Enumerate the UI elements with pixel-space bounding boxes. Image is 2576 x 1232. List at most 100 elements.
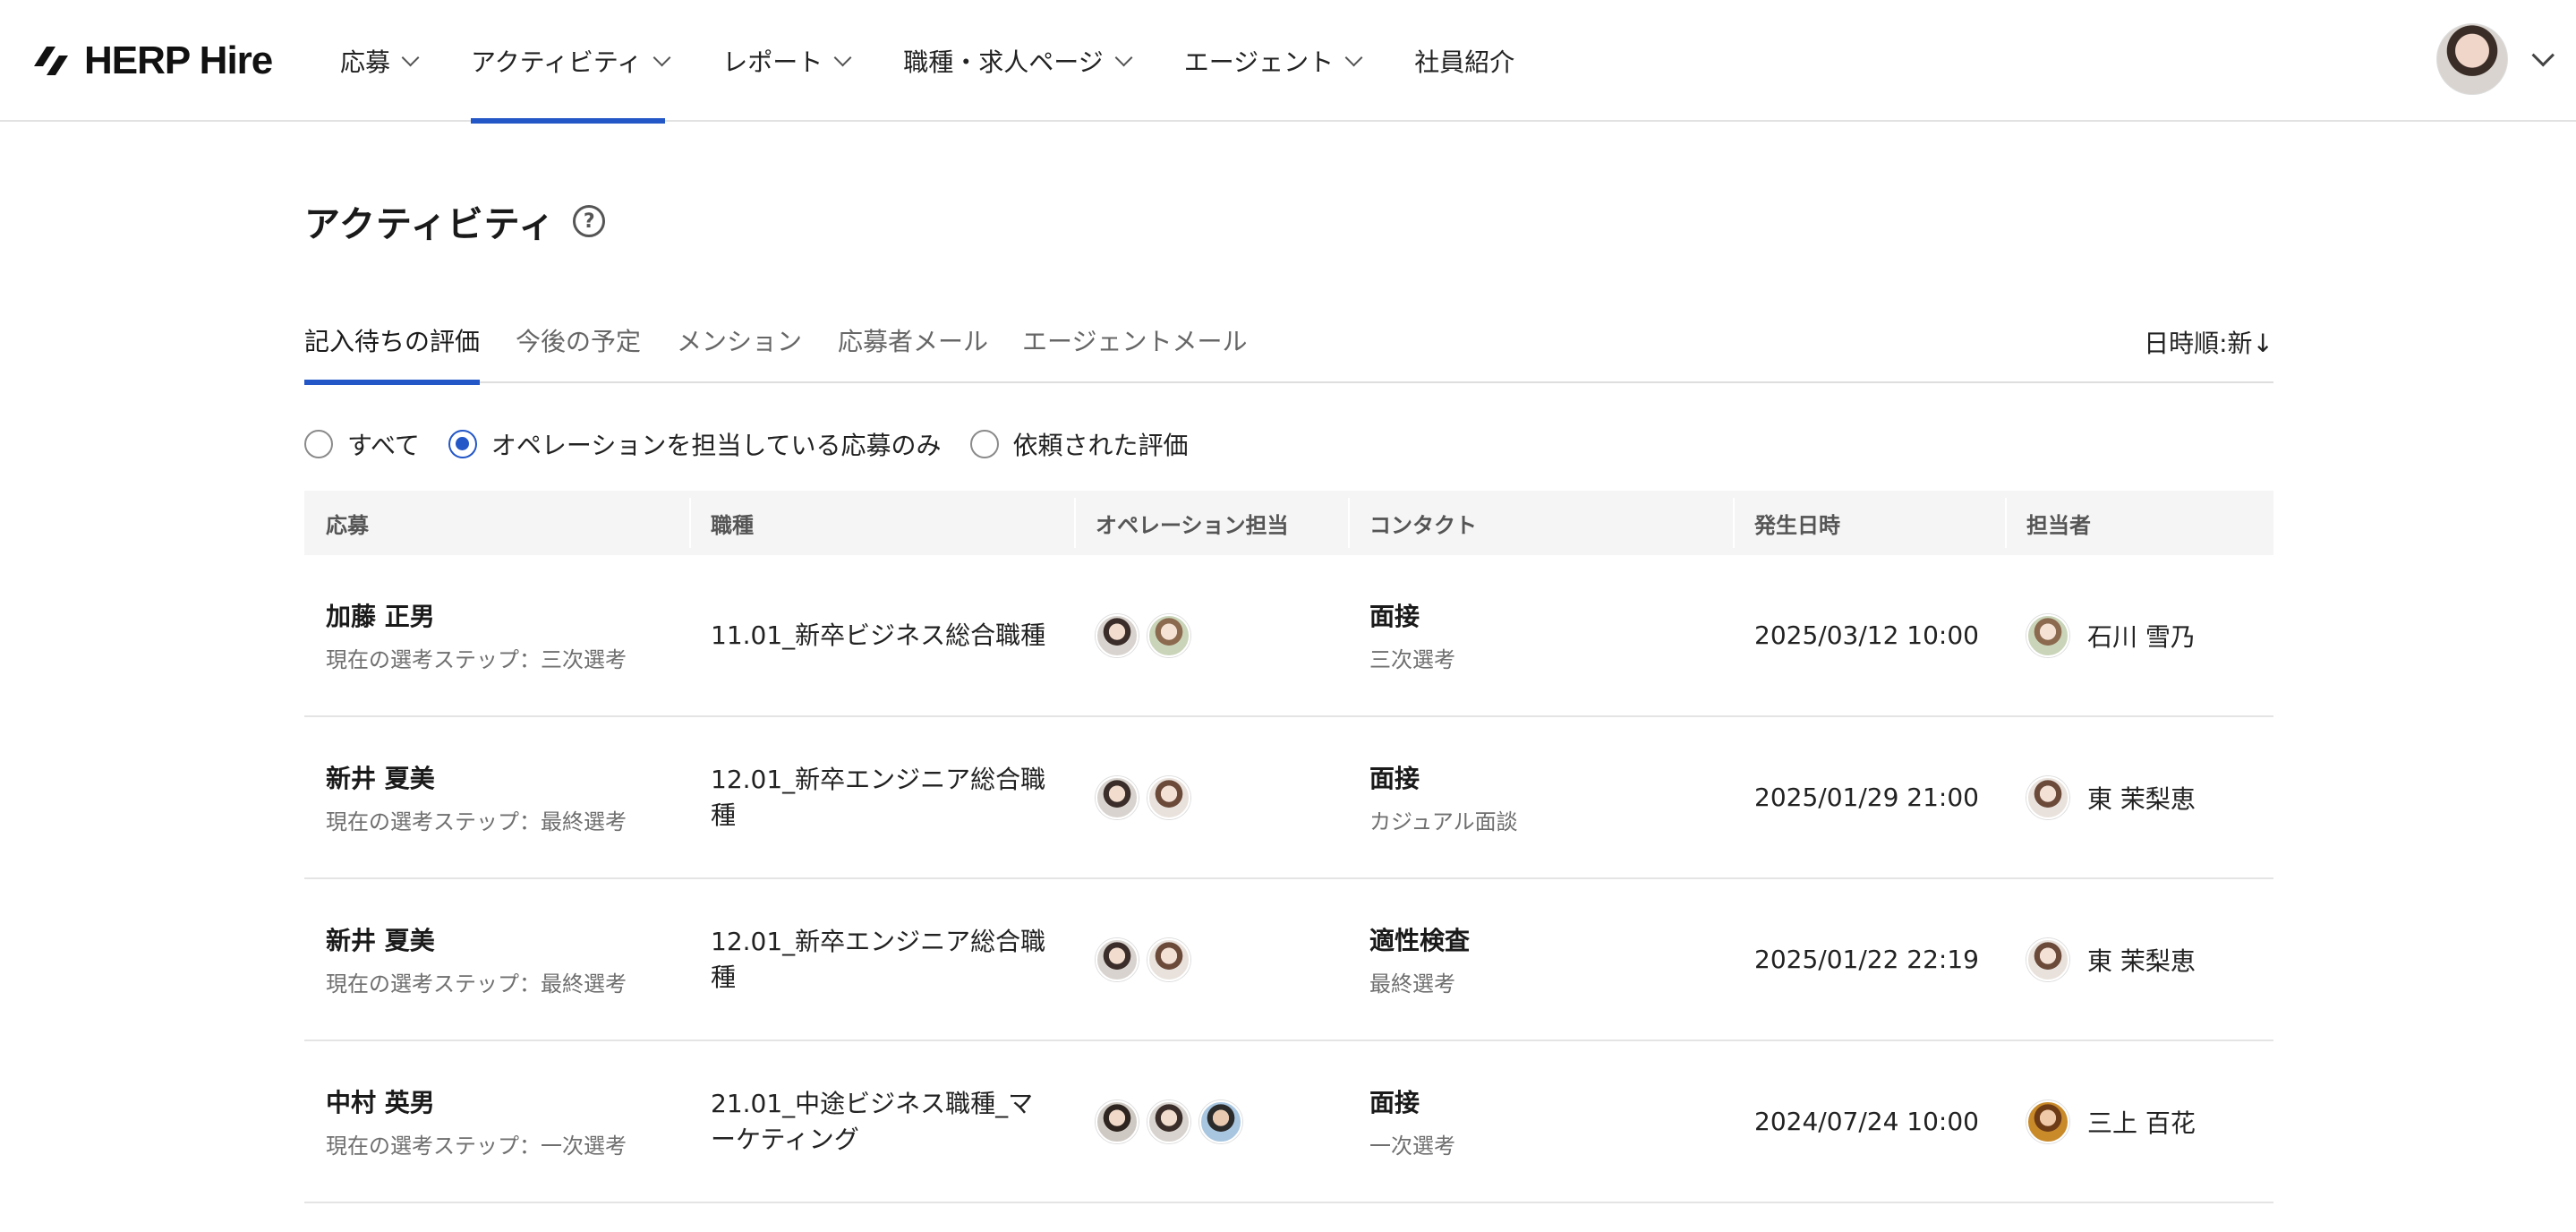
contact-stage: 最終選考: [1369, 971, 1455, 997]
nav-label: 職種・求人ページ: [903, 47, 1104, 77]
avatar: [1096, 1099, 1139, 1143]
table-row[interactable]: 新井 夏美 現在の選考ステップ：最終選考 12.01_新卒エンジニア総合職種 適…: [304, 879, 2273, 1041]
assignee-cell: 東 茉梨恵: [2005, 879, 2273, 1040]
main-nav: 応募 アクティビティ レポート 職種・求人ページ エージェント 社員紹介: [340, 0, 1572, 124]
table-header: 応募 職種 オペレーション担当 コンタクト 発生日時 担当者: [304, 491, 2273, 555]
tab-applicant-mail[interactable]: 応募者メール: [838, 322, 988, 358]
applicant-name[interactable]: 加藤 正男: [326, 597, 689, 633]
radio-all[interactable]: すべて: [304, 426, 420, 462]
contact-stage: 三次選考: [1369, 647, 1455, 672]
table-row[interactable]: 中村 英男 現在の選考ステップ：一次選考 21.01_中途ビジネス職種_マーケテ…: [304, 1041, 2273, 1203]
contact-type: 面接: [1369, 1088, 1420, 1117]
nav-item-applications[interactable]: 応募: [340, 0, 420, 122]
occurred-datetime: 2025/01/29 21:00: [1754, 783, 1979, 812]
table-row[interactable]: 新井 夏美 現在の選考ステップ：最終選考 12.01_新卒エンジニア総合職種 面…: [304, 717, 2273, 879]
column-header: 職種: [689, 491, 1074, 555]
applicant-cell: 新井 夏美 現在の選考ステップ：最終選考: [304, 879, 689, 1040]
avatar: [2026, 613, 2069, 657]
nav-label: アクティビティ: [471, 47, 643, 77]
column-header: コンタクト: [1348, 491, 1733, 555]
nav-item-referrals[interactable]: 社員紹介: [1414, 0, 1514, 122]
job-title: 21.01_中途ビジネス職種_マーケティング: [711, 1088, 1034, 1154]
brand-name: HERP Hire: [84, 38, 273, 82]
avatar[interactable]: [2436, 23, 2508, 95]
page-heading: アクティビティ ?: [304, 195, 606, 247]
chevron-down-icon[interactable]: [2531, 44, 2555, 67]
column-header: 担当者: [2005, 491, 2273, 555]
contact-type: 面接: [1369, 602, 1420, 631]
radio-label: 依頼された評価: [1012, 431, 1189, 460]
operator-avatars: [1096, 937, 1348, 981]
applicant-cell: 加藤 正男 現在の選考ステップ：三次選考: [304, 555, 689, 715]
assignee-cell: 三上 百花: [2005, 1041, 2273, 1202]
tab-agent-mail[interactable]: エージェントメール: [1022, 322, 1247, 358]
contact-cell: 適性検査 最終選考: [1348, 879, 1733, 1040]
assignee-cell: 東 茉梨恵: [2005, 717, 2273, 877]
applicant-name[interactable]: 中村 英男: [326, 1083, 689, 1119]
avatar: [1147, 1099, 1190, 1143]
selection-step: 現在の選考ステップ：最終選考: [326, 809, 627, 834]
activity-table: 応募 職種 オペレーション担当 コンタクト 発生日時 担当者 加藤 正男 現在の…: [304, 491, 2273, 1203]
brand-logo[interactable]: HERP Hire: [29, 36, 273, 86]
nav-label: エージェント: [1183, 47, 1335, 77]
radio-label: オペレーションを担当している応募のみ: [490, 431, 942, 460]
avatar: [1147, 613, 1190, 657]
avatar: [1096, 775, 1139, 819]
column-header: 発生日時: [1733, 491, 2005, 555]
nav-label: レポート: [722, 47, 823, 77]
nav-item-jobs[interactable]: 職種・求人ページ: [903, 0, 1133, 122]
datetime-cell: 2024/07/24 10:00: [1733, 1041, 2005, 1202]
chevron-down-icon: [1344, 48, 1363, 67]
operator-avatars: [1096, 613, 1348, 657]
avatar: [1147, 775, 1190, 819]
nav-item-reports[interactable]: レポート: [722, 0, 852, 122]
job-title: 12.01_新卒エンジニア総合職種: [711, 764, 1046, 830]
herp-logo-icon: [34, 47, 68, 75]
page-title: アクティビティ: [304, 204, 556, 245]
applicant-name[interactable]: 新井 夏美: [326, 921, 689, 957]
applicant-cell: 新井 夏美 現在の選考ステップ：最終選考: [304, 717, 689, 877]
contact-stage: カジュアル面談: [1369, 809, 1518, 834]
table-row[interactable]: 加藤 正男 現在の選考ステップ：三次選考 11.01_新卒ビジネス総合職種 面接…: [304, 555, 2273, 717]
radio-label: すべて: [347, 431, 420, 460]
assignee-name: 東 茉梨恵: [2087, 783, 2196, 814]
radio-circle[interactable]: [448, 430, 477, 458]
chevron-down-icon: [1114, 48, 1133, 67]
occurred-datetime: 2024/07/24 10:00: [1754, 1107, 1979, 1136]
job-title: 12.01_新卒エンジニア総合職種: [711, 926, 1046, 992]
job-title: 11.01_新卒ビジネス総合職種: [711, 620, 1046, 650]
operators-cell: [1074, 555, 1348, 715]
nav-label: 社員紹介: [1414, 47, 1515, 77]
nav-item-agents[interactable]: エージェント: [1183, 0, 1363, 122]
assignee-name: 三上 百花: [2087, 1108, 2196, 1138]
radio-circle[interactable]: [304, 430, 333, 458]
assignee-name: 東 茉梨恵: [2087, 945, 2196, 976]
occurred-datetime: 2025/01/22 22:19: [1754, 945, 1979, 974]
contact-stage: 一次選考: [1369, 1134, 1455, 1159]
contact-type: 面接: [1369, 764, 1420, 793]
radio-requested[interactable]: 依頼された評価: [969, 426, 1189, 462]
nav-item-activity[interactable]: アクティビティ: [471, 0, 671, 124]
avatar: [2026, 937, 2069, 981]
operators-cell: [1074, 717, 1348, 877]
radio-operations-only[interactable]: オペレーションを担当している応募のみ: [448, 426, 942, 462]
tab-upcoming[interactable]: 今後の予定: [516, 322, 641, 358]
sort-dropdown[interactable]: 日時順:新↓: [2144, 324, 2273, 360]
applicant-name[interactable]: 新井 夏美: [326, 759, 689, 795]
chevron-down-icon: [401, 48, 420, 67]
tab-pending-evaluations[interactable]: 記入待ちの評価: [304, 322, 481, 385]
operators-cell: [1074, 879, 1348, 1040]
datetime-cell: 2025/03/12 10:00: [1733, 555, 2005, 715]
selection-step: 現在の選考ステップ：最終選考: [326, 971, 627, 997]
radio-circle[interactable]: [969, 430, 999, 458]
contact-type: 適性検査: [1369, 926, 1471, 955]
activity-tabs: 記入待ちの評価 今後の予定 メンション 応募者メール エージェントメール 日時順…: [304, 304, 2273, 385]
assignee-name: 石川 雪乃: [2087, 621, 2196, 652]
question-circle-icon[interactable]: ?: [573, 205, 606, 237]
tab-mentions[interactable]: メンション: [677, 322, 802, 358]
filter-radio-group: すべて オペレーションを担当している応募のみ 依頼された評価: [304, 426, 1217, 462]
nav-label: 応募: [340, 47, 391, 77]
operator-avatars: [1096, 775, 1348, 819]
contact-cell: 面接 三次選考: [1348, 555, 1733, 715]
user-menu[interactable]: [2436, 23, 2555, 95]
